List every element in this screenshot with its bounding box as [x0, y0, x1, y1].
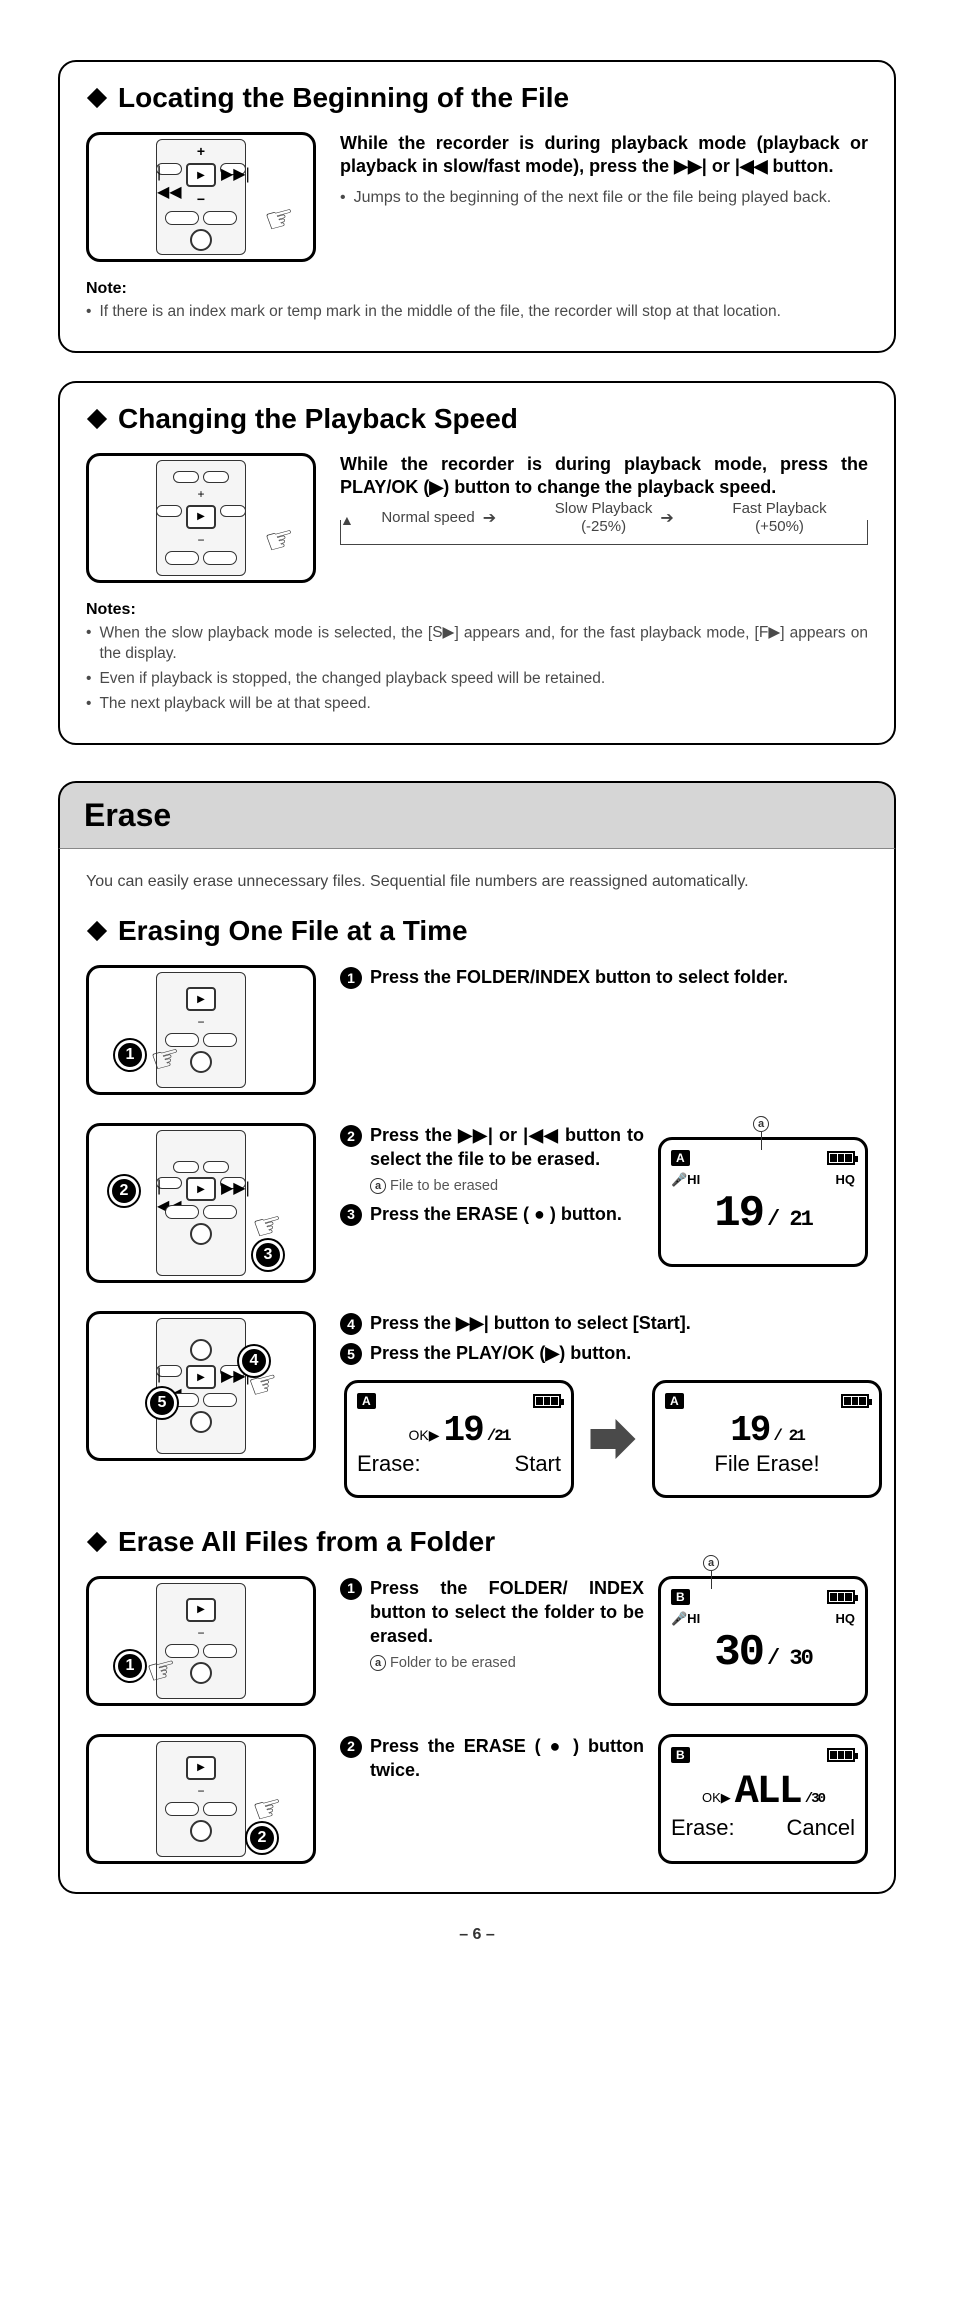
- note-label: Note:: [86, 280, 868, 298]
- note-item: • When the slow playback mode is selecte…: [86, 623, 868, 665]
- lcd-erase-label: Erase:: [357, 1451, 421, 1477]
- speed-fast: Fast Playback: [732, 500, 826, 517]
- diamond-icon: [86, 1531, 108, 1553]
- return-arrow-icon: ▲: [340, 512, 354, 528]
- lcd-cancel-label: Cancel: [787, 1815, 855, 1841]
- file-number: 30: [714, 1631, 763, 1675]
- lcd-start-label: Start: [515, 1451, 561, 1477]
- note-item: • If there is an index mark or temp mark…: [86, 302, 868, 323]
- speed-flow-diagram: ▲ Normal speed ➔ Slow Playback(-25%) ➔ F…: [340, 520, 868, 545]
- lcd-file-erase-label: File Erase!: [714, 1451, 819, 1477]
- subsection-title: Erasing One File at a Time: [118, 915, 468, 947]
- arrow-right-icon: ➔: [660, 508, 673, 528]
- section-locating: Locating the Beginning of the File + |◀◀…: [58, 60, 896, 353]
- speed-normal: Normal speed: [381, 509, 474, 527]
- step-badge-1: 1: [115, 1651, 145, 1681]
- diamond-icon: [86, 87, 108, 109]
- erase-heading: Erase: [58, 781, 896, 849]
- step-2: 2 Press the ▶▶| or |◀◀ button to select …: [340, 1123, 644, 1172]
- slow-playback-icon: S▶: [432, 623, 454, 644]
- lcd-folder-display: a B 🎤HI HQ 30 / 30: [658, 1576, 868, 1706]
- subsection-title: Erase All Files from a Folder: [118, 1526, 495, 1558]
- step-5: 5 Press the PLAY/OK (▶) button.: [340, 1341, 882, 1365]
- quality-indicator: HQ: [836, 1172, 856, 1188]
- battery-icon: [841, 1394, 869, 1408]
- file-number: 19: [714, 1192, 763, 1236]
- page-number: – 6 –: [58, 1926, 896, 1944]
- step-badge-2: 2: [109, 1176, 139, 1206]
- device-illustration: + |◀◀ ▶ ▶▶| − ☞: [86, 132, 316, 262]
- lcd-file-display: a A 🎤HI HQ 19 / 21: [658, 1137, 868, 1267]
- diamond-icon: [86, 920, 108, 942]
- all-indicator: ALL: [735, 1773, 801, 1813]
- callout-a: a: [703, 1555, 719, 1589]
- device-illustration: ▶ − 2 ☞: [86, 1734, 316, 1864]
- device-illustration: ▶ − 1 ☞: [86, 1576, 316, 1706]
- note-item: •Even if playback is stopped, the change…: [86, 669, 868, 690]
- step-3: 3 Press the ERASE ( ● ) button.: [340, 1202, 644, 1226]
- fast-playback-icon: F▶: [759, 623, 780, 644]
- bullet-item: • Jumps to the beginning of the next fil…: [340, 187, 868, 209]
- device-illustration: + ▶ − ☞: [86, 453, 316, 583]
- lcd-transition: A OK▶ 19 /21 Erase: Start: [344, 1380, 882, 1498]
- device-illustration: |◀◀ ▶ ▶▶| 2 3 ☞: [86, 1123, 316, 1283]
- step-badge-1: 1: [115, 1040, 145, 1070]
- speed-slow: Slow Playback: [555, 500, 653, 517]
- battery-icon: [827, 1590, 855, 1604]
- section-title: Locating the Beginning of the File: [118, 82, 569, 114]
- note-item: •The next playback will be at that speed…: [86, 694, 868, 715]
- folder-step-1-note: a Folder to be erased: [370, 1655, 644, 1671]
- step-4: 4 Press the ▶▶| button to select [Start]…: [340, 1311, 882, 1335]
- battery-icon: [827, 1748, 855, 1762]
- callout-a: a: [753, 1116, 769, 1150]
- arrow-right-icon: ➔: [483, 508, 496, 528]
- instruction-text: While the recorder is during playback mo…: [340, 132, 868, 179]
- folder-step-1: 1 Press the FOLDER/ INDEX button to sele…: [340, 1576, 644, 1649]
- lcd-erase-start: A OK▶ 19 /21 Erase: Start: [344, 1380, 574, 1498]
- step-2-note: a File to be erased: [370, 1178, 644, 1194]
- total-files: / 30: [767, 1646, 812, 1671]
- folder-indicator: A: [671, 1150, 690, 1166]
- step-1: 1 Press the FOLDER/INDEX button to selec…: [340, 965, 868, 989]
- lcd-all-erase: B OK▶ ALL /30 Erase: Cancel: [658, 1734, 868, 1864]
- arrow-right-icon: [588, 1414, 638, 1464]
- erase-intro: You can easily erase unnecessary files. …: [86, 873, 868, 891]
- device-illustration: |◀◀ ▶ ▶▶| 4 5 ☞: [86, 1311, 316, 1461]
- mic-indicator: 🎤HI: [671, 1172, 700, 1188]
- section-speed: Changing the Playback Speed + ▶ − ☞: [58, 381, 896, 745]
- section-title: Changing the Playback Speed: [118, 403, 518, 435]
- total-files: / 21: [767, 1207, 812, 1232]
- folder-indicator: B: [671, 1589, 690, 1605]
- battery-icon: [827, 1151, 855, 1165]
- device-illustration: ▶ − 1 ☞: [86, 965, 316, 1095]
- lcd-file-erase: A 19 / 21 File Erase!: [652, 1380, 882, 1498]
- subheading: Locating the Beginning of the File: [86, 82, 868, 114]
- battery-icon: [533, 1394, 561, 1408]
- lcd-erase-label: Erase:: [671, 1815, 735, 1841]
- diamond-icon: [86, 408, 108, 430]
- instruction-text: While the recorder is during playback mo…: [340, 453, 868, 500]
- subheading: Erasing One File at a Time: [86, 915, 868, 947]
- notes-label: Notes:: [86, 601, 868, 619]
- subheading: Erase All Files from a Folder: [86, 1526, 868, 1558]
- folder-step-2: 2 Press the ERASE ( ● ) button twice.: [340, 1734, 644, 1783]
- subheading: Changing the Playback Speed: [86, 403, 868, 435]
- section-erase: You can easily erase unnecessary files. …: [58, 849, 896, 1894]
- step-badge-5: 5: [147, 1388, 177, 1418]
